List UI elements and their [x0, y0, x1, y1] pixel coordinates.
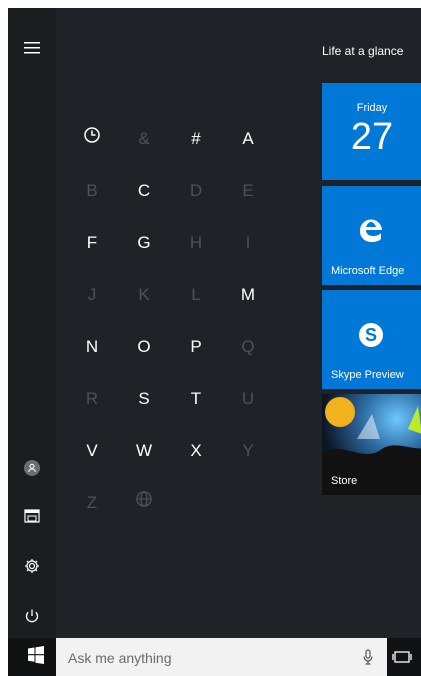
letter-n[interactable]: N	[66, 321, 118, 373]
letter-s[interactable]: S	[118, 373, 170, 425]
letter-a[interactable]: A	[222, 113, 274, 165]
skype-icon: S	[356, 320, 386, 355]
hamburger-button[interactable]	[20, 38, 44, 62]
letter-d[interactable]: D	[170, 165, 222, 217]
letter-q[interactable]: Q	[222, 321, 274, 373]
store-tile[interactable]: Store	[322, 394, 421, 495]
calendar-day: Friday	[356, 102, 388, 114]
start-rail	[8, 8, 56, 638]
user-icon	[24, 460, 40, 476]
microphone-icon[interactable]	[361, 649, 375, 665]
letter-u[interactable]: U	[222, 373, 274, 425]
calendar-tile[interactable]: Friday 27	[322, 83, 421, 180]
edge-icon	[356, 218, 386, 249]
letter-e[interactable]: E	[222, 165, 274, 217]
search-placeholder: Ask me anything	[68, 650, 172, 666]
tiles-header: Life at a glance	[322, 44, 404, 58]
letter-b[interactable]: B	[66, 165, 118, 217]
letter-h[interactable]: H	[170, 217, 222, 269]
letter-ampersand[interactable]: &	[118, 113, 170, 165]
file-explorer-icon	[24, 508, 40, 528]
skype-tile[interactable]: S Skype Preview	[322, 290, 421, 389]
letter-globe[interactable]	[118, 477, 170, 529]
letter-i[interactable]: I	[222, 217, 274, 269]
letter-g[interactable]: G	[118, 217, 170, 269]
letter-r[interactable]: R	[66, 373, 118, 425]
letter-m[interactable]: M	[222, 269, 274, 321]
letter-clock[interactable]	[66, 113, 118, 165]
clock-icon	[83, 127, 101, 148]
letter-z[interactable]: Z	[66, 477, 118, 529]
letter-p[interactable]: P	[170, 321, 222, 373]
letter-o[interactable]: O	[118, 321, 170, 373]
letter-j[interactable]: J	[66, 269, 118, 321]
start-button[interactable]	[16, 638, 56, 676]
power-button[interactable]	[20, 606, 44, 630]
search-box[interactable]: Ask me anything	[56, 638, 387, 676]
task-view-button[interactable]	[392, 648, 412, 666]
svg-text:S: S	[365, 325, 377, 345]
globe-icon	[135, 491, 153, 512]
hamburger-icon	[24, 41, 40, 59]
letter-f[interactable]: F	[66, 217, 118, 269]
letter-k[interactable]: K	[118, 269, 170, 321]
start-menu: & # A B C D E F G H I J K L M N O P Q R	[8, 8, 421, 638]
store-label: Store	[331, 475, 358, 487]
desktop-frame: & # A B C D E F G H I J K L M N O P Q R	[0, 0, 421, 676]
edge-tile[interactable]: Microsoft Edge	[322, 186, 421, 285]
task-view-icon	[392, 651, 412, 670]
taskbar: Ask me anything	[8, 638, 421, 676]
letter-v[interactable]: V	[66, 425, 118, 477]
letter-l[interactable]: L	[170, 269, 222, 321]
calendar-date: 27	[350, 116, 394, 158]
letter-c[interactable]: C	[118, 165, 170, 217]
letter-w[interactable]: W	[118, 425, 170, 477]
file-explorer-button[interactable]	[20, 506, 44, 530]
skype-label: Skype Preview	[331, 369, 404, 381]
power-icon	[24, 608, 40, 629]
letter-y[interactable]: Y	[222, 425, 274, 477]
settings-button[interactable]	[20, 556, 44, 580]
windows-logo-icon	[27, 645, 45, 669]
edge-label: Microsoft Edge	[331, 265, 405, 277]
letter-t[interactable]: T	[170, 373, 222, 425]
gear-icon	[24, 558, 40, 579]
letter-x[interactable]: X	[170, 425, 222, 477]
user-button[interactable]	[20, 456, 44, 480]
letter-hash[interactable]: #	[170, 113, 222, 165]
